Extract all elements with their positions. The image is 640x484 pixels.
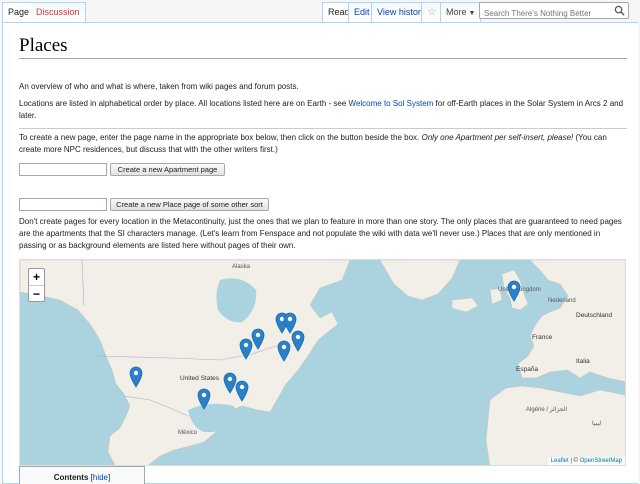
- search-input[interactable]: [480, 6, 610, 21]
- section-divider: [19, 128, 627, 129]
- search-box: [479, 2, 629, 21]
- map-marker-icon[interactable]: [291, 330, 305, 352]
- zoom-out-button[interactable]: −: [29, 285, 44, 301]
- title-divider: [19, 58, 627, 59]
- label-mexico: México: [178, 430, 198, 436]
- map-attribution: Leaflet | © OpenStreetMap: [547, 457, 625, 465]
- table-of-contents: Contents [hide]: [19, 466, 145, 484]
- zoom-in-button[interactable]: +: [29, 269, 44, 285]
- create-apartment-button[interactable]: Create a new Apartment page: [110, 163, 225, 176]
- iceland-land: [451, 297, 479, 313]
- search-icon[interactable]: [614, 5, 625, 16]
- label-algerie: Algérie / الجزائر: [526, 407, 568, 413]
- tab-bar: Page Discussion Read Edit View history ☆…: [0, 0, 640, 22]
- map-marker-icon[interactable]: [235, 380, 249, 402]
- label-france: France: [532, 334, 553, 341]
- place-name-input[interactable]: [19, 198, 107, 211]
- toc-hide-link[interactable]: hide: [93, 473, 108, 482]
- p3-italic-note: Only one Apartment per self-insert, plea…: [421, 133, 574, 142]
- tab-discussion[interactable]: Discussion: [31, 2, 86, 22]
- places-map[interactable]: Alaska United States México United Kingd…: [19, 259, 626, 466]
- label-libya: ليبيا: [592, 421, 602, 427]
- sol-system-link[interactable]: Welcome to Sol System: [349, 99, 434, 108]
- page-content: Places An overview of who and what is wh…: [2, 22, 638, 484]
- label-alaska: Alaska: [232, 264, 251, 270]
- africa-land: [485, 385, 625, 465]
- osm-link[interactable]: OpenStreetMap: [580, 458, 622, 464]
- page-title: Places: [19, 35, 68, 56]
- label-italia: Italia: [576, 358, 590, 365]
- label-united-states: United States: [180, 375, 220, 382]
- label-espana: España: [516, 366, 539, 373]
- create-instructions-paragraph: To create a new page, enter the page nam…: [19, 132, 627, 156]
- p2-text-before: Locations are listed in alphabetical ord…: [19, 99, 349, 108]
- map-marker-icon[interactable]: [277, 340, 291, 362]
- watch-star-icon[interactable]: ☆: [421, 2, 440, 22]
- greenland-land: [379, 260, 461, 301]
- europe-land: [517, 260, 625, 382]
- more-menu[interactable]: More ▼: [440, 2, 482, 22]
- label-nederland: Nederland: [548, 298, 576, 304]
- apartment-name-input[interactable]: [19, 163, 107, 176]
- map-marker-icon[interactable]: [239, 338, 253, 360]
- label-deutschland: Deutschland: [576, 312, 613, 319]
- zoom-control: + −: [28, 268, 45, 302]
- location-note-paragraph: Locations are listed in alphabetical ord…: [19, 98, 627, 122]
- p3-text: To create a new page, enter the page nam…: [19, 133, 422, 142]
- leaflet-link[interactable]: Leaflet: [551, 458, 569, 464]
- map-marker-icon[interactable]: [507, 280, 521, 302]
- intro-paragraph: An overview of who and what is where, ta…: [19, 82, 299, 91]
- chevron-down-icon: ▼: [468, 10, 476, 17]
- map-marker-icon[interactable]: [129, 366, 143, 388]
- map-marker-icon[interactable]: [197, 388, 211, 410]
- more-label: More: [446, 7, 467, 17]
- map-marker-icon[interactable]: [251, 328, 265, 350]
- attribution-separator: | ©: [568, 458, 580, 464]
- create-place-button[interactable]: Create a new Place page of some other so…: [110, 198, 269, 211]
- toc-title: Contents: [53, 473, 89, 482]
- guidance-paragraph: Don't create pages for every location in…: [19, 217, 622, 250]
